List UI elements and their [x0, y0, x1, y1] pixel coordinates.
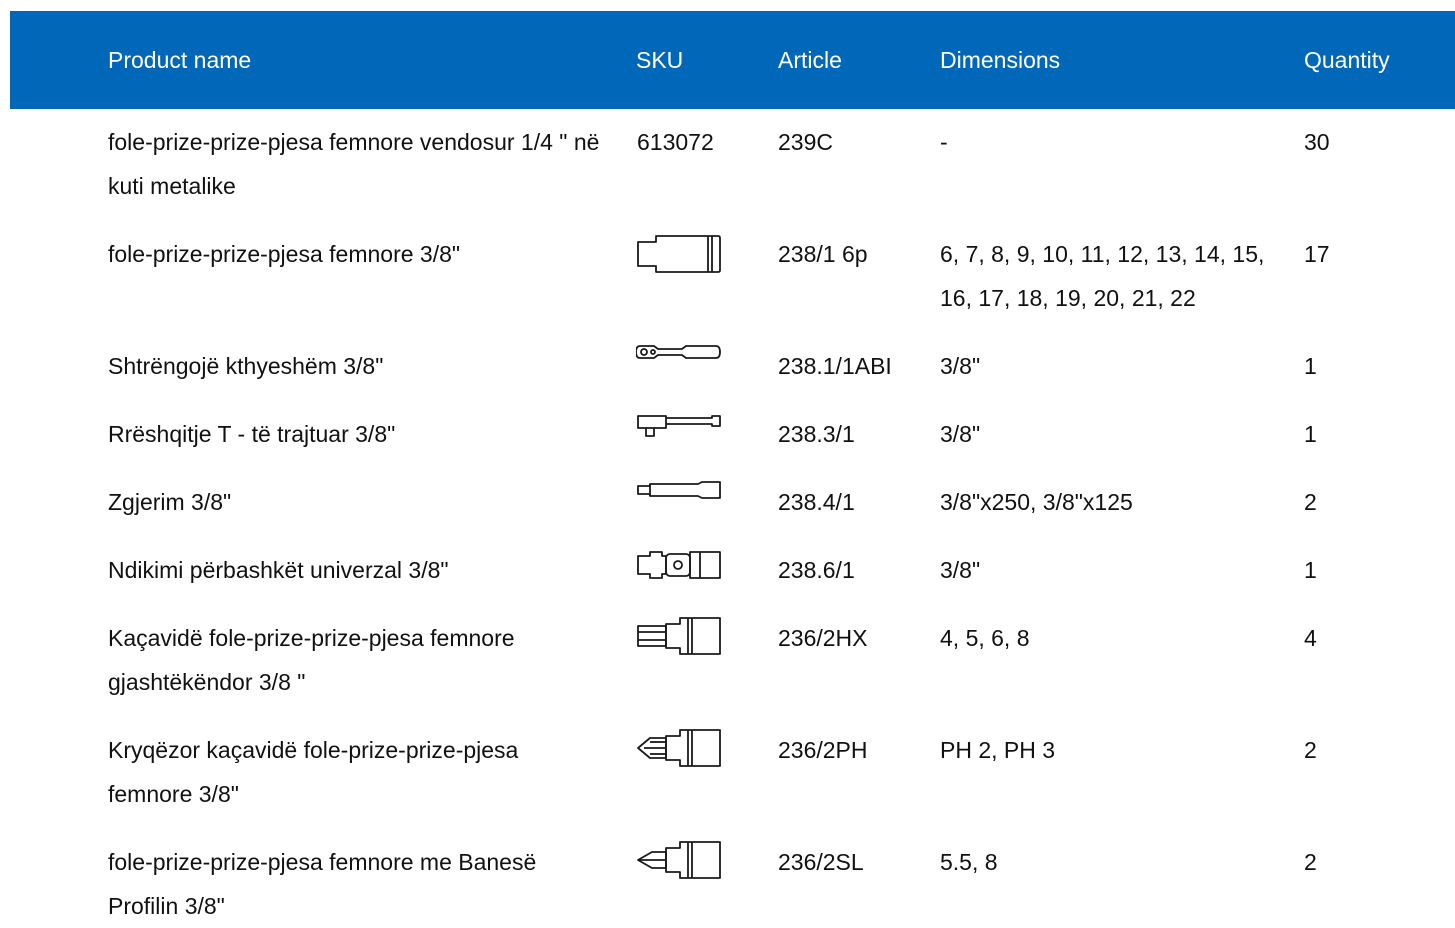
- t-handle-icon: [636, 412, 722, 456]
- slotted-bit-socket-icon: [636, 840, 722, 884]
- dimensions-value: 6, 7, 8, 9, 10, 11, 12, 13, 14, 15, 16, …: [940, 241, 1265, 311]
- product-name: Kryqëzor kaçavidë fole-prize-prize-pjesa…: [108, 737, 519, 807]
- universal-joint-icon: [636, 548, 722, 592]
- quantity-value: 17: [1304, 241, 1330, 267]
- product-name: Rrëshqitje T - të trajtuar 3/8": [108, 421, 396, 447]
- product-name: fole-prize-prize-pjesa femnore vendosur …: [108, 129, 600, 199]
- product-name: Zgjerim 3/8": [108, 489, 232, 515]
- dimensions-value: 3/8": [940, 421, 981, 447]
- product-name: fole-prize-prize-pjesa femnore me Banesë…: [108, 849, 537, 919]
- dimensions-value: 3/8"x250, 3/8"x125: [940, 489, 1133, 515]
- socket-icon: [636, 232, 722, 276]
- product-name: Kaçavidë fole-prize-prize-pjesa femnore …: [108, 625, 515, 695]
- extension-bar-icon: [636, 480, 722, 524]
- header-sku: SKU: [636, 47, 684, 73]
- product-name: fole-prize-prize-pjesa femnore 3/8": [108, 241, 461, 267]
- sku-value: 613072: [637, 129, 714, 155]
- quantity-value: 4: [1304, 625, 1317, 651]
- quantity-value: 1: [1304, 557, 1317, 583]
- dimensions-value: PH 2, PH 3: [940, 737, 1056, 763]
- hex-bit-socket-icon: [636, 616, 722, 660]
- article-number: 238.3/1: [778, 421, 855, 447]
- header-product-name: Product name: [108, 47, 252, 73]
- quantity-value: 2: [1304, 849, 1317, 875]
- product-name: Shtrëngojë kthyeshëm 3/8": [108, 353, 384, 379]
- dimensions-value: 5.5, 8: [940, 849, 998, 875]
- article-number: 238.1/1ABI: [778, 353, 892, 379]
- article-number: 238.6/1: [778, 557, 855, 583]
- product-name: Ndikimi përbashkët univerzal 3/8": [108, 557, 449, 583]
- header-quantity: Quantity: [1304, 47, 1390, 73]
- article-number: 236/2HX: [778, 625, 868, 651]
- ratchet-icon: [636, 344, 722, 388]
- quantity-value: 2: [1304, 737, 1317, 763]
- article-number: 236/2PH: [778, 737, 868, 763]
- header-dimensions: Dimensions: [940, 47, 1061, 73]
- phillips-bit-socket-icon: [636, 728, 722, 772]
- article-number: 238/1 6p: [778, 241, 868, 267]
- quantity-value: 1: [1304, 421, 1317, 447]
- article-number: 239C: [778, 129, 833, 155]
- dimensions-value: 4, 5, 6, 8: [940, 625, 1030, 651]
- header-article: Article: [778, 47, 842, 73]
- quantity-value: 30: [1304, 129, 1330, 155]
- article-number: 238.4/1: [778, 489, 855, 515]
- quantity-value: 1: [1304, 353, 1317, 379]
- quantity-value: 2: [1304, 489, 1317, 515]
- dimensions-value: 3/8": [940, 353, 981, 379]
- dimensions-value: -: [940, 129, 948, 155]
- article-number: 236/2SL: [778, 849, 864, 875]
- table-header: Product name SKU Article Dimensions Quan…: [10, 11, 1455, 109]
- dimensions-value: 3/8": [940, 557, 981, 583]
